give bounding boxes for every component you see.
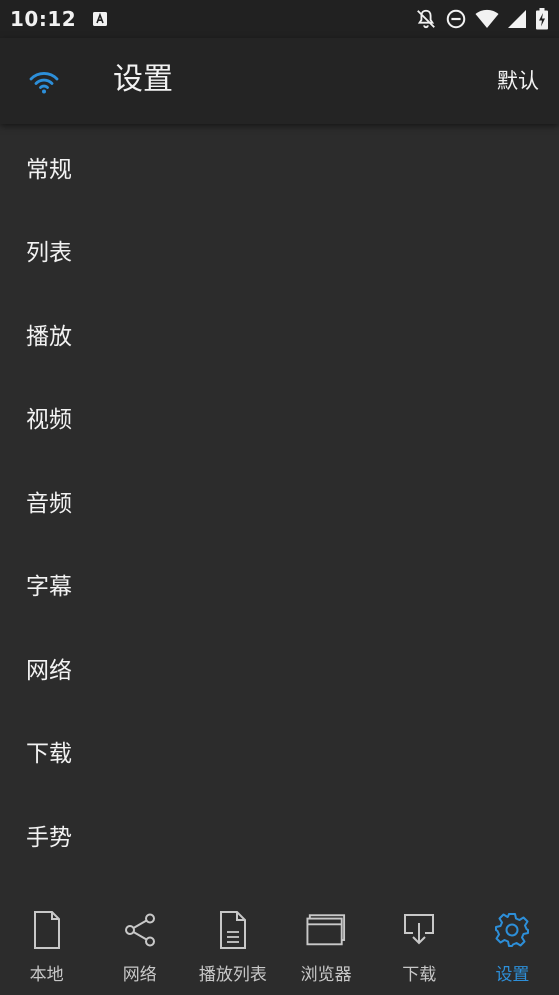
menu-item-network[interactable]: 网络 [0, 626, 559, 710]
menu-item-download[interactable]: 下载 [0, 710, 559, 794]
battery-charging-icon [535, 8, 549, 30]
nav-item-settings[interactable]: 设置 [466, 897, 559, 995]
bottom-nav: 本地 网络 播放列表 浏览器 下载 设置 [0, 897, 559, 995]
menu-item-playback[interactable]: 播放 [0, 292, 559, 376]
wifi-signal-icon [475, 8, 499, 30]
nav-item-network[interactable]: 网络 [93, 897, 186, 995]
menu-item-video[interactable]: 视频 [0, 376, 559, 460]
menu-item-audio[interactable]: 音频 [0, 459, 559, 543]
nav-label-browser: 浏览器 [300, 965, 352, 985]
notification-a-icon [92, 11, 108, 27]
nav-label-settings: 设置 [495, 965, 530, 985]
nav-item-browser[interactable]: 浏览器 [280, 897, 373, 995]
page-title: 设置 [113, 62, 173, 97]
menu-item-subtitles[interactable]: 字幕 [0, 543, 559, 627]
cell-signal-icon [507, 9, 527, 29]
settings-screen: 10:12 设置 默认 常规 列表 播放 视频 音频 字幕 网络 下载 手势 本… [0, 0, 559, 995]
menu-item-list[interactable]: 列表 [0, 209, 559, 293]
status-right [415, 8, 549, 30]
menu-item-general[interactable]: 常规 [0, 125, 559, 209]
menu-item-gestures[interactable]: 手势 [0, 793, 559, 877]
browser-window-icon [306, 910, 346, 950]
download-tray-icon [399, 910, 439, 950]
nav-label-download: 下载 [402, 965, 437, 985]
nav-label-playlist: 播放列表 [198, 965, 267, 985]
document-list-icon [213, 910, 253, 950]
nav-item-playlist[interactable]: 播放列表 [186, 897, 279, 995]
status-time: 10:12 [10, 7, 77, 31]
nav-label-network: 网络 [122, 965, 157, 985]
settings-menu: 常规 列表 播放 视频 音频 字幕 网络 下载 手势 [0, 125, 559, 877]
wifi-icon[interactable] [22, 64, 66, 100]
nav-item-local[interactable]: 本地 [0, 897, 93, 995]
app-bar: 设置 默认 [0, 38, 559, 124]
do-not-disturb-icon [445, 8, 467, 30]
gear-icon [492, 910, 532, 950]
nav-label-local: 本地 [29, 965, 64, 985]
default-button[interactable]: 默认 [497, 66, 539, 96]
nav-item-download[interactable]: 下载 [373, 897, 466, 995]
share-icon [120, 910, 160, 950]
status-left: 10:12 [10, 7, 108, 31]
file-icon [27, 910, 67, 950]
status-bar: 10:12 [0, 0, 559, 38]
bell-off-icon [415, 8, 437, 30]
